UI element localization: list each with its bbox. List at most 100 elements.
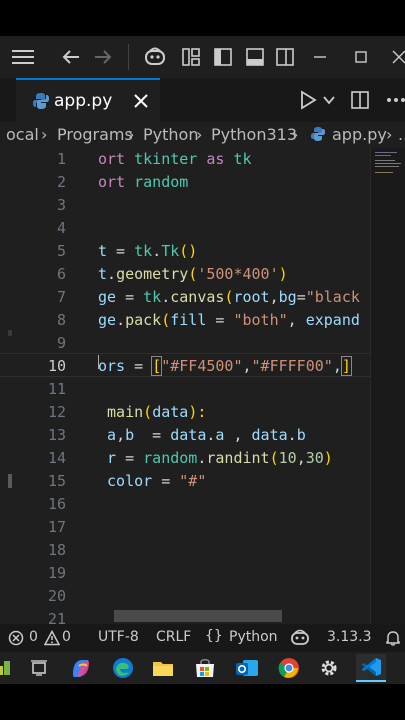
tab-app-py[interactable]: app.py [16, 78, 160, 122]
code-token: 30 [305, 449, 324, 467]
tab-label: app.py [54, 91, 113, 111]
copilot-app-icon[interactable] [66, 654, 96, 682]
toggle-secondary-sidebar-icon[interactable] [272, 44, 298, 70]
line-number: 10 [47, 357, 66, 375]
error-icon[interactable] [8, 630, 24, 650]
breadcrumb-item-programs[interactable]: Programs [57, 125, 133, 144]
settings-gear-icon[interactable] [314, 654, 344, 682]
chevron-right-icon: › [196, 125, 203, 144]
code-token: , [269, 288, 279, 306]
maximize-icon[interactable] [348, 44, 374, 70]
minimap-line [375, 166, 399, 167]
line-number: 17 [47, 518, 66, 536]
code-token: r [107, 449, 117, 467]
line-number: 18 [47, 541, 66, 559]
line-number: 7 [56, 288, 66, 306]
code-line: ort random [98, 173, 188, 191]
microsoft-store-icon[interactable] [190, 654, 220, 682]
minimap-line [375, 155, 391, 156]
warning-icon[interactable] [43, 629, 61, 650]
code-token: root [233, 288, 270, 306]
code-token: 10 [278, 449, 297, 467]
forward-arrow-icon[interactable] [90, 44, 116, 70]
line-number: 11 [47, 380, 66, 398]
encoding-indicator[interactable]: UTF-8 [98, 629, 139, 645]
close-tab-icon[interactable] [132, 92, 150, 114]
code-line: ge.pack(fill = "both", expand [98, 311, 360, 329]
close-window-icon[interactable] [386, 44, 405, 70]
chrome-browser-icon[interactable] [274, 654, 304, 682]
code-token: ort [98, 173, 135, 191]
code-token: as [197, 150, 234, 168]
taskbar [0, 652, 405, 684]
warning-count[interactable]: 0 [62, 629, 71, 645]
notifications-bell-icon[interactable] [385, 629, 401, 651]
code-token: = [107, 242, 135, 260]
title-bar [0, 36, 405, 78]
code-token: pack [125, 311, 162, 329]
widgets-icon[interactable] [0, 654, 16, 682]
minimize-icon[interactable] [307, 44, 333, 70]
breadcrumb-item-python[interactable]: Python [143, 125, 198, 144]
line-number: 2 [56, 173, 66, 191]
code-token: b [296, 426, 306, 444]
breadcrumb-item-file[interactable]: app.py [332, 125, 387, 144]
code-line: ort tkinter as tk [98, 150, 252, 168]
code-token: = [116, 449, 144, 467]
line-number: 12 [47, 403, 66, 421]
code-token: , [332, 357, 342, 375]
code-token: tk [233, 150, 252, 168]
breadcrumb-item-more[interactable]: ... [398, 125, 405, 144]
breadcrumb-item-local[interactable]: ocal [6, 125, 39, 144]
chevron-down-icon[interactable] [322, 92, 336, 111]
code-token: "#" [179, 472, 207, 490]
horizontal-scrollbar-thumb[interactable] [114, 610, 282, 622]
code-token: '500*400' [197, 265, 279, 283]
code-line: t = tk.Tk() [98, 242, 197, 260]
code-token: ge [98, 311, 117, 329]
error-count[interactable]: 0 [29, 629, 38, 645]
language-braces-icon[interactable]: {} [205, 628, 223, 644]
language-mode[interactable]: Python [229, 629, 278, 645]
minimap-line [375, 172, 393, 173]
code-token: ge [98, 288, 117, 306]
code-token: randint [206, 449, 270, 467]
file-explorer-icon[interactable] [148, 654, 178, 682]
run-python-file-icon[interactable] [298, 90, 318, 114]
code-token: , [296, 449, 306, 467]
back-arrow-icon[interactable] [58, 44, 84, 70]
toggle-primary-sidebar-icon[interactable] [210, 44, 236, 70]
code-line: color = "#" [98, 472, 206, 490]
copilot-icon[interactable] [142, 44, 168, 70]
toggle-panel-icon[interactable] [242, 44, 268, 70]
code-token: "#FFFF00" [251, 357, 333, 375]
edge-browser-icon[interactable] [108, 654, 138, 682]
task-view-icon[interactable] [24, 654, 54, 682]
code-token: [ [151, 356, 163, 376]
breadcrumb-item-python313[interactable]: Python313 [211, 125, 297, 144]
more-actions-icon[interactable] [386, 92, 405, 112]
menu-icon[interactable] [10, 44, 36, 70]
code-token: = [134, 426, 171, 444]
code-token: random [134, 173, 189, 191]
code-token: t [98, 265, 108, 283]
code-token: color [107, 472, 153, 490]
line-number: 14 [47, 449, 66, 467]
code-token: . [287, 426, 297, 444]
line-number: 15 [47, 472, 66, 490]
code-editor[interactable]: 1 2 3 4 5 6 7 8 9 10 11 12 13 14 15 16 1… [0, 148, 405, 624]
split-editor-icon[interactable] [350, 90, 370, 114]
code-token: ) [278, 265, 288, 283]
code-token: "black [305, 288, 360, 306]
copilot-status-icon[interactable] [290, 629, 310, 651]
vscode-app-icon[interactable] [356, 654, 386, 682]
python-version[interactable]: 3.13.3 [327, 629, 372, 645]
minimap[interactable] [370, 148, 405, 624]
code-token: , [287, 311, 306, 329]
eol-indicator[interactable]: CRLF [156, 629, 191, 645]
outlook-icon[interactable] [232, 654, 262, 682]
code-token: ors [98, 357, 126, 375]
code-token: random [143, 449, 198, 467]
customize-layout-icon[interactable] [178, 44, 204, 70]
